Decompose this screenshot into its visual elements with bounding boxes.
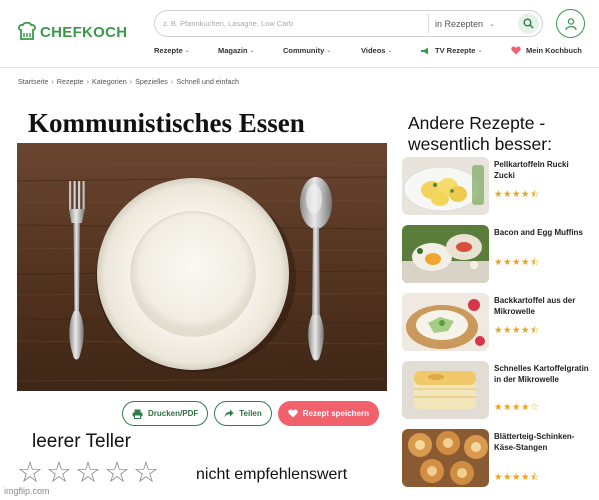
empty-star-icon: ☆ bbox=[530, 402, 540, 413]
recipe-thumbnail bbox=[402, 157, 489, 215]
sidebar-heading: Andere Rezepte - wesentlich besser: bbox=[408, 113, 552, 154]
search-bar: in Rezepten ⌄ bbox=[154, 10, 543, 37]
half-star-icon: ⯪ bbox=[530, 472, 540, 483]
half-star-icon: ⯪ bbox=[530, 189, 540, 200]
nav-item-community[interactable]: Community ⌄ bbox=[283, 46, 361, 55]
print-pdf-label: Drucken/PDF bbox=[148, 409, 199, 418]
star-rating: ★★★★⯪ bbox=[494, 257, 540, 268]
chevron-down-icon: ⌄ bbox=[387, 48, 393, 54]
chevron-down-icon: ⌄ bbox=[326, 48, 332, 54]
recipe-thumbnail bbox=[402, 361, 489, 419]
nav-item-tv-rezepte[interactable]: TV Rezepte ⌄ bbox=[420, 46, 511, 55]
save-recipe-button[interactable]: Rezept speichern bbox=[277, 401, 380, 426]
recipe-rating: ☆ ☆ ☆ ☆ ☆ bbox=[17, 459, 159, 488]
nav-label: Videos bbox=[361, 46, 386, 55]
user-icon bbox=[564, 17, 577, 30]
nav-item-videos[interactable]: Videos ⌄ bbox=[361, 46, 420, 55]
nav-label: Community bbox=[283, 46, 325, 55]
search-icon bbox=[523, 18, 534, 29]
heart-icon bbox=[511, 46, 521, 55]
half-star-icon: ⯪ bbox=[530, 325, 540, 336]
empty-star-icon[interactable]: ☆ bbox=[75, 459, 101, 488]
chef-hat-icon bbox=[18, 22, 36, 40]
breadcrumb: Startseite › Rezepte › Kategorien › Speziel… bbox=[18, 77, 239, 86]
related-recipe-title: Backkartoffel aus der Mikrowelle bbox=[494, 296, 576, 316]
image-caption: leerer Teller bbox=[32, 431, 131, 452]
nav-item-magazin[interactable]: Magazin ⌄ bbox=[218, 46, 283, 55]
nav-label: Mein Kochbuch bbox=[526, 46, 582, 55]
share-button[interactable]: Teilen bbox=[214, 401, 272, 426]
nav-item-mein-kochbuch[interactable]: Mein Kochbuch bbox=[511, 46, 582, 55]
empty-star-icon[interactable]: ☆ bbox=[133, 459, 159, 488]
user-account-button[interactable] bbox=[556, 9, 585, 38]
related-recipe-card[interactable]: Schnelles Kartoffelgratin in der Mikrowe… bbox=[402, 361, 592, 419]
share-arrow-icon bbox=[224, 409, 234, 418]
heart-icon bbox=[288, 409, 298, 418]
related-recipe-title: Pellkartoffeln Rucki Zucki bbox=[494, 160, 569, 180]
breadcrumb-link[interactable]: Startseite bbox=[18, 77, 48, 86]
recipe-actions: Drucken/PDF Teilen Rezept speichern bbox=[122, 401, 380, 426]
related-recipe-title: Schnelles Kartoffelgratin in der Mikrowe… bbox=[494, 364, 589, 384]
share-label: Teilen bbox=[239, 409, 262, 418]
chefkoch-logo[interactable]: CHEFKOCH bbox=[18, 22, 127, 42]
print-pdf-button[interactable]: Drucken/PDF bbox=[122, 401, 209, 426]
empty-star-icon[interactable]: ☆ bbox=[104, 459, 130, 488]
printer-icon bbox=[132, 409, 143, 419]
breadcrumb-link[interactable]: Kategorien bbox=[92, 77, 127, 86]
main-nav: Rezepte ⌄ Magazin ⌄ Community ⌄ Videos ⌄… bbox=[154, 46, 582, 55]
megaphone-icon bbox=[420, 47, 430, 55]
nav-label: TV Rezepte bbox=[435, 46, 476, 55]
star-rating: ★★★★⯪ bbox=[494, 325, 540, 336]
star-rating: ★★★★☆ bbox=[494, 402, 540, 413]
recipe-photo bbox=[17, 143, 387, 391]
search-divider bbox=[428, 14, 429, 33]
save-recipe-label: Rezept speichern bbox=[302, 409, 370, 418]
chevron-down-icon: ⌄ bbox=[184, 48, 190, 54]
related-recipe-card[interactable]: Blätterteig-Schinken-Käse-Stangen ★★★★⯪ bbox=[402, 429, 592, 487]
logo-text: CHEFKOCH bbox=[40, 23, 128, 41]
star-rating: ★★★★⯪ bbox=[494, 472, 540, 483]
breadcrumb-link[interactable]: Spezielles bbox=[135, 77, 168, 86]
recipe-title: Kommunistisches Essen bbox=[28, 108, 305, 138]
search-scope-label: in Rezepten bbox=[435, 18, 484, 29]
chevron-right-icon: › bbox=[129, 77, 133, 86]
rating-verdict: nicht empfehlenswert bbox=[196, 466, 348, 483]
chevron-down-icon: ⌄ bbox=[249, 48, 255, 54]
nav-item-rezepte[interactable]: Rezepte ⌄ bbox=[154, 46, 218, 55]
related-recipe-card[interactable]: Bacon and Egg Muffins ★★★★⯪ bbox=[402, 225, 592, 283]
related-recipe-card[interactable]: Pellkartoffeln Rucki Zucki ★★★★⯪ bbox=[402, 157, 592, 215]
recipe-thumbnail bbox=[402, 293, 489, 351]
search-scope-select[interactable]: in Rezepten ⌄ bbox=[435, 11, 495, 36]
breadcrumb-link[interactable]: Schnell und einfach bbox=[176, 77, 239, 86]
site-header: CHEFKOCH in Rezepten ⌄ Rezepte ⌄ Magazin… bbox=[0, 0, 599, 68]
recipe-thumbnail bbox=[402, 429, 489, 487]
nav-label: Rezepte bbox=[154, 46, 183, 55]
star-rating: ★★★★⯪ bbox=[494, 189, 540, 200]
chevron-right-icon: › bbox=[51, 77, 54, 86]
nav-label: Magazin bbox=[218, 46, 248, 55]
chevron-down-icon: ⌄ bbox=[477, 48, 483, 54]
watermark: imgflip.com bbox=[4, 486, 50, 496]
chevron-right-icon: › bbox=[86, 77, 89, 86]
related-recipe-title: Blätterteig-Schinken-Käse-Stangen bbox=[494, 432, 575, 452]
breadcrumb-link[interactable]: Rezepte bbox=[57, 77, 84, 86]
chevron-down-icon: ⌄ bbox=[489, 20, 495, 28]
half-star-icon: ⯪ bbox=[530, 257, 540, 268]
empty-star-icon[interactable]: ☆ bbox=[46, 459, 72, 488]
search-input[interactable] bbox=[163, 11, 428, 36]
chevron-right-icon: › bbox=[170, 77, 174, 86]
related-recipe-title: Bacon and Egg Muffins bbox=[494, 228, 583, 237]
search-button[interactable] bbox=[518, 13, 539, 34]
recipe-thumbnail bbox=[402, 225, 489, 283]
related-recipe-card[interactable]: Backkartoffel aus der Mikrowelle ★★★★⯪ bbox=[402, 293, 592, 351]
empty-star-icon[interactable]: ☆ bbox=[17, 459, 43, 488]
